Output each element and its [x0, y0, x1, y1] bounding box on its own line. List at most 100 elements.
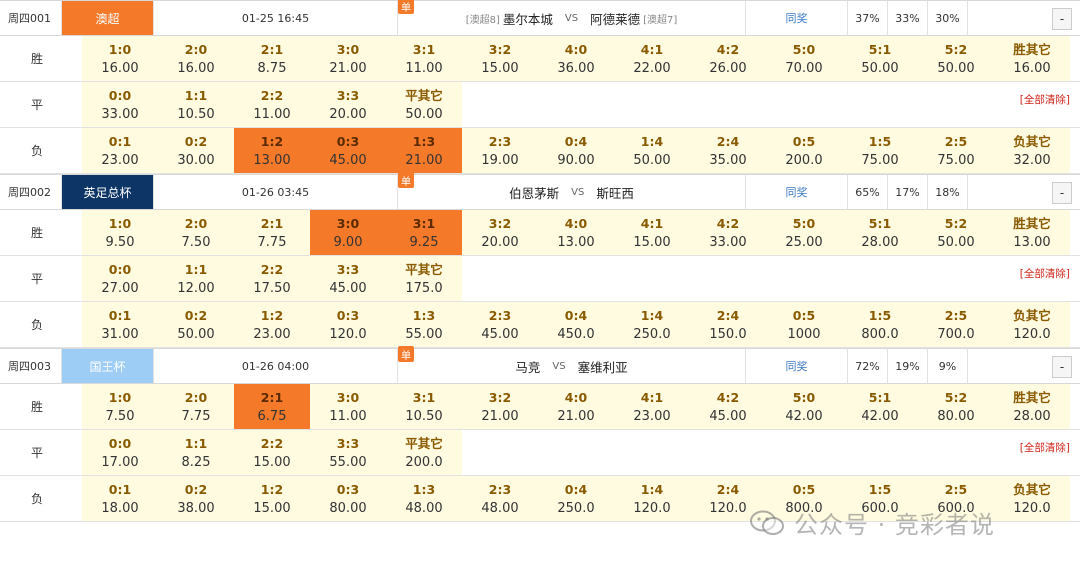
score-option[interactable]: 负其它 32.00	[994, 128, 1070, 173]
score-option[interactable]: 3:0 9.00	[310, 210, 386, 255]
away-team[interactable]: 塞维利亚	[578, 357, 628, 376]
score-option[interactable]: 0:5 1000	[766, 302, 842, 347]
score-option[interactable]: 2:3 48.00	[462, 476, 538, 521]
score-option[interactable]: 1:0 16.00	[82, 36, 158, 81]
score-option[interactable]: 5:1 42.00	[842, 384, 918, 429]
score-option[interactable]: 1:3 55.00	[386, 302, 462, 347]
score-option[interactable]: 2:2 17.50	[234, 256, 310, 301]
score-option[interactable]: 0:5 200.0	[766, 128, 842, 173]
score-option[interactable]: 0:4 450.0	[538, 302, 614, 347]
score-option[interactable]: 3:0 21.00	[310, 36, 386, 81]
score-option[interactable]: 1:3 48.00	[386, 476, 462, 521]
tongjiang-link[interactable]: 同奖	[746, 349, 848, 383]
collapse-button[interactable]: -	[1052, 8, 1072, 30]
league-badge[interactable]: 澳超	[62, 1, 153, 35]
score-option[interactable]: 3:3 20.00	[310, 82, 386, 127]
score-option[interactable]: 2:0 7.75	[158, 384, 234, 429]
score-option[interactable]: 3:1 10.50	[386, 384, 462, 429]
score-option[interactable]: 2:0 7.50	[158, 210, 234, 255]
score-option[interactable]: 1:2 13.00	[234, 128, 310, 173]
score-option[interactable]: 0:2 30.00	[158, 128, 234, 173]
score-option[interactable]: 2:1 7.75	[234, 210, 310, 255]
score-option[interactable]: 1:4 120.0	[614, 476, 690, 521]
score-option[interactable]: 0:0 27.00	[82, 256, 158, 301]
score-option[interactable]: 负其它 120.0	[994, 302, 1070, 347]
score-option[interactable]: 胜其它 16.00	[994, 36, 1070, 81]
score-option[interactable]: 1:4 50.00	[614, 128, 690, 173]
score-option[interactable]: 1:0 7.50	[82, 384, 158, 429]
score-option[interactable]: 2:2 15.00	[234, 430, 310, 475]
score-option[interactable]: 3:3 45.00	[310, 256, 386, 301]
score-option[interactable]: 0:0 17.00	[82, 430, 158, 475]
score-option[interactable]: 0:1 31.00	[82, 302, 158, 347]
score-option[interactable]: 2:1 6.75	[234, 384, 310, 429]
score-option[interactable]: 4:2 33.00	[690, 210, 766, 255]
score-option[interactable]: 3:1 11.00	[386, 36, 462, 81]
score-option[interactable]: 1:1 10.50	[158, 82, 234, 127]
score-option[interactable]: 4:0 21.00	[538, 384, 614, 429]
tongjiang-link[interactable]: 同奖	[746, 1, 848, 35]
score-option[interactable]: 2:2 11.00	[234, 82, 310, 127]
score-option[interactable]: 1:0 9.50	[82, 210, 158, 255]
clear-all-link[interactable]: [全部清除]	[1020, 92, 1070, 107]
score-option[interactable]: 4:1 23.00	[614, 384, 690, 429]
score-option[interactable]: 5:2 50.00	[918, 210, 994, 255]
home-team[interactable]: 马竞	[515, 357, 540, 376]
score-option[interactable]: 0:4 250.0	[538, 476, 614, 521]
score-option[interactable]: 负其它 120.0	[994, 476, 1070, 521]
score-option[interactable]: 0:1 18.00	[82, 476, 158, 521]
score-option[interactable]: 5:2 50.00	[918, 36, 994, 81]
score-option[interactable]: 1:5 800.0	[842, 302, 918, 347]
home-team[interactable]: 伯恩茅斯	[509, 183, 559, 202]
score-option[interactable]: 1:2 23.00	[234, 302, 310, 347]
score-option[interactable]: 2:0 16.00	[158, 36, 234, 81]
score-option[interactable]: 0:4 90.00	[538, 128, 614, 173]
score-option[interactable]: 3:3 55.00	[310, 430, 386, 475]
score-option[interactable]: 2:5 75.00	[918, 128, 994, 173]
score-option[interactable]: 2:1 8.75	[234, 36, 310, 81]
score-option[interactable]: 平其它 50.00	[386, 82, 462, 127]
score-option[interactable]: 0:0 33.00	[82, 82, 158, 127]
score-option[interactable]: 2:3 19.00	[462, 128, 538, 173]
score-option[interactable]: 3:0 11.00	[310, 384, 386, 429]
score-option[interactable]: 0:3 45.00	[310, 128, 386, 173]
score-option[interactable]: 5:0 42.00	[766, 384, 842, 429]
score-option[interactable]: 2:5 700.0	[918, 302, 994, 347]
score-option[interactable]: 4:2 26.00	[690, 36, 766, 81]
score-option[interactable]: 胜其它 13.00	[994, 210, 1070, 255]
score-option[interactable]: 5:0 70.00	[766, 36, 842, 81]
score-option[interactable]: 0:1 23.00	[82, 128, 158, 173]
score-option[interactable]: 2:4 150.0	[690, 302, 766, 347]
league-badge[interactable]: 英足总杯	[62, 175, 153, 209]
score-option[interactable]: 0:2 50.00	[158, 302, 234, 347]
score-option[interactable]: 3:2 20.00	[462, 210, 538, 255]
score-option[interactable]: 1:5 75.00	[842, 128, 918, 173]
home-team[interactable]: 墨尔本城	[503, 9, 553, 28]
score-option[interactable]: 4:1 15.00	[614, 210, 690, 255]
score-option[interactable]: 3:2 21.00	[462, 384, 538, 429]
away-team[interactable]: 阿德莱德	[590, 9, 640, 28]
tongjiang-link[interactable]: 同奖	[746, 175, 848, 209]
score-option[interactable]: 0:2 38.00	[158, 476, 234, 521]
league-badge[interactable]: 国王杯	[62, 349, 153, 383]
score-option[interactable]: 2:4 35.00	[690, 128, 766, 173]
score-option[interactable]: 3:1 9.25	[386, 210, 462, 255]
score-option[interactable]: 平其它 200.0	[386, 430, 462, 475]
score-option[interactable]: 0:3 120.0	[310, 302, 386, 347]
score-option[interactable]: 胜其它 28.00	[994, 384, 1070, 429]
score-option[interactable]: 4:2 45.00	[690, 384, 766, 429]
score-option[interactable]: 1:1 8.25	[158, 430, 234, 475]
score-option[interactable]: 2:3 45.00	[462, 302, 538, 347]
score-option[interactable]: 4:1 22.00	[614, 36, 690, 81]
score-option[interactable]: 4:0 13.00	[538, 210, 614, 255]
clear-all-link[interactable]: [全部清除]	[1020, 440, 1070, 455]
score-option[interactable]: 3:2 15.00	[462, 36, 538, 81]
score-option[interactable]: 平其它 175.0	[386, 256, 462, 301]
collapse-button[interactable]: -	[1052, 182, 1072, 204]
score-option[interactable]: 1:3 21.00	[386, 128, 462, 173]
score-option[interactable]: 1:2 15.00	[234, 476, 310, 521]
collapse-button[interactable]: -	[1052, 356, 1072, 378]
score-option[interactable]: 1:4 250.0	[614, 302, 690, 347]
away-team[interactable]: 斯旺西	[596, 183, 634, 202]
score-option[interactable]: 5:0 25.00	[766, 210, 842, 255]
